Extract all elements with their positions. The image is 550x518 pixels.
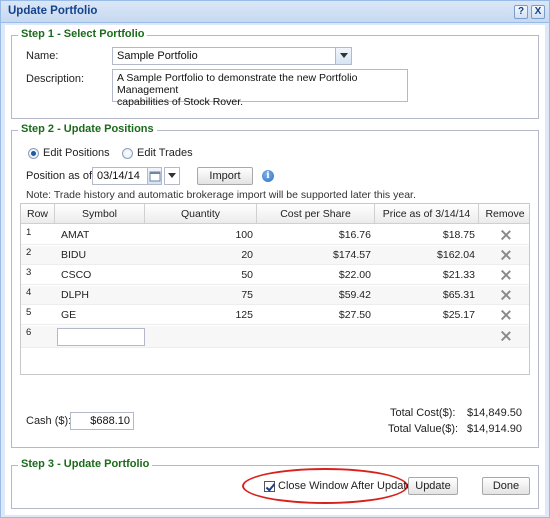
step3-legend: Step 3 - Update Portfolio — [18, 458, 153, 470]
info-icon[interactable]: i — [262, 170, 274, 182]
remove-x-icon[interactable] — [501, 331, 511, 341]
remove-x-icon[interactable] — [501, 270, 511, 280]
step3-group: Step 3 - Update Portfolio Close Window A… — [11, 458, 539, 509]
edit-trades-label[interactable]: Edit Trades — [137, 147, 193, 159]
col-header-remove[interactable]: Remove — [479, 204, 531, 224]
remove-x-icon[interactable] — [501, 230, 511, 240]
table-row[interactable]: 5 GE 125 $27.50 $25.17 — [21, 306, 529, 325]
cost-cell[interactable]: $27.50 — [257, 306, 371, 325]
col-header-price[interactable]: Price as of 3/14/14 — [375, 204, 479, 224]
table-row[interactable]: 4 DLPH 75 $59.42 $65.31 — [21, 286, 529, 305]
new-symbol-input[interactable] — [57, 328, 145, 346]
description-line-1: A Sample Portfolio to demonstrate the ne… — [117, 72, 358, 96]
description-label: Description: — [26, 73, 85, 85]
grid-header: Row Symbol Quantity Cost per Share Price… — [21, 204, 529, 224]
position-as-of-label: Position as of — [26, 170, 93, 182]
symbol-cell[interactable]: BIDU — [61, 246, 86, 265]
chevron-down-icon — [168, 173, 176, 178]
col-header-row[interactable]: Row — [21, 204, 55, 224]
symbol-cell[interactable]: CSCO — [61, 266, 91, 285]
update-button[interactable]: Update — [408, 477, 458, 495]
cash-input[interactable]: $688.10 — [70, 412, 134, 430]
positions-grid: Row Symbol Quantity Cost per Share Price… — [20, 203, 530, 375]
table-row[interactable]: 2 BIDU 20 $174.57 $162.04 — [21, 246, 529, 265]
quantity-cell[interactable]: 50 — [145, 266, 253, 285]
window-titlebar[interactable]: Update Portfolio ? X — [1, 1, 549, 23]
edit-trades-radio[interactable] — [122, 148, 133, 159]
price-cell: $65.31 — [442, 289, 475, 301]
step2-legend: Step 2 - Update Positions — [18, 123, 157, 135]
calendar-icon[interactable] — [147, 168, 161, 184]
price-cell: $162.04 — [437, 249, 475, 261]
price-cell: $21.33 — [442, 269, 475, 281]
symbol-cell[interactable]: AMAT — [61, 226, 89, 245]
description-line-2: capabilities of Stock Rover. — [117, 96, 244, 108]
row-number: 5 — [26, 307, 32, 318]
total-value-value: $14,914.90 — [466, 423, 522, 435]
quantity-cell[interactable]: 75 — [145, 286, 253, 305]
cost-cell[interactable]: $16.76 — [257, 226, 371, 245]
position-date-field[interactable]: 03/14/14 — [92, 167, 162, 185]
remove-x-icon[interactable] — [501, 290, 511, 300]
col-header-cost[interactable]: Cost per Share — [257, 204, 375, 224]
price-cell: $18.75 — [442, 229, 475, 241]
remove-x-icon[interactable] — [501, 250, 511, 260]
table-row[interactable]: 1 AMAT 100 $16.76 $18.75 — [21, 226, 529, 245]
symbol-cell[interactable]: DLPH — [61, 286, 89, 305]
step1-group: Step 1 - Select Portfolio Name: Sample P… — [11, 28, 539, 119]
close-after-update-checkbox[interactable] — [264, 481, 275, 492]
update-portfolio-window: Update Portfolio ? X Step 1 - Select Por… — [0, 0, 550, 518]
quantity-cell[interactable]: 100 — [145, 226, 253, 245]
quantity-cell[interactable]: 20 — [145, 246, 253, 265]
description-field[interactable]: A Sample Portfolio to demonstrate the ne… — [112, 69, 408, 108]
cost-cell[interactable]: $22.00 — [257, 266, 371, 285]
cost-cell[interactable]: $59.42 — [257, 286, 371, 305]
window-body: Step 1 - Select Portfolio Name: Sample P… — [5, 25, 545, 515]
table-row[interactable]: 3 CSCO 50 $22.00 $21.33 — [21, 266, 529, 285]
cash-label: Cash ($): — [26, 415, 72, 427]
edit-positions-label[interactable]: Edit Positions — [43, 147, 110, 159]
portfolio-name-combo[interactable]: Sample Portfolio — [112, 47, 352, 65]
combo-trigger[interactable] — [335, 48, 351, 64]
portfolio-name-value: Sample Portfolio — [117, 50, 198, 62]
cost-cell[interactable]: $174.57 — [257, 246, 371, 265]
date-dropdown-trigger[interactable] — [164, 167, 180, 185]
total-value-label: Total Value($): — [388, 423, 459, 435]
edit-positions-radio[interactable] — [28, 148, 39, 159]
step1-legend: Step 1 - Select Portfolio — [18, 28, 148, 40]
price-cell: $25.17 — [442, 309, 475, 321]
row-number: 2 — [26, 247, 32, 258]
total-cost-label: Total Cost($): — [390, 407, 456, 419]
import-button[interactable]: Import — [197, 167, 253, 185]
window-title: Update Portfolio — [8, 5, 98, 17]
chevron-down-icon — [340, 53, 348, 58]
table-row[interactable]: 6 — [21, 326, 529, 348]
step2-group: Step 2 - Update Positions Edit Positions… — [11, 123, 539, 448]
name-label: Name: — [26, 50, 59, 62]
symbol-cell[interactable]: GE — [61, 306, 76, 325]
import-note: Note: Trade history and automatic broker… — [26, 189, 416, 201]
done-button[interactable]: Done — [482, 477, 530, 495]
col-header-quantity[interactable]: Quantity — [145, 204, 257, 224]
row-number: 4 — [26, 287, 32, 298]
help-icon[interactable]: ? — [514, 5, 528, 19]
close-after-update-label[interactable]: Close Window After Update — [278, 480, 413, 492]
row-number: 1 — [26, 227, 32, 238]
total-cost-value: $14,849.50 — [466, 407, 522, 419]
remove-x-icon[interactable] — [501, 310, 511, 320]
col-header-symbol[interactable]: Symbol — [55, 204, 145, 224]
quantity-cell[interactable]: 125 — [145, 306, 253, 325]
row-number: 3 — [26, 267, 32, 278]
close-icon[interactable]: X — [531, 5, 545, 19]
row-number: 6 — [26, 327, 32, 338]
position-date-value: 03/14/14 — [97, 170, 140, 182]
